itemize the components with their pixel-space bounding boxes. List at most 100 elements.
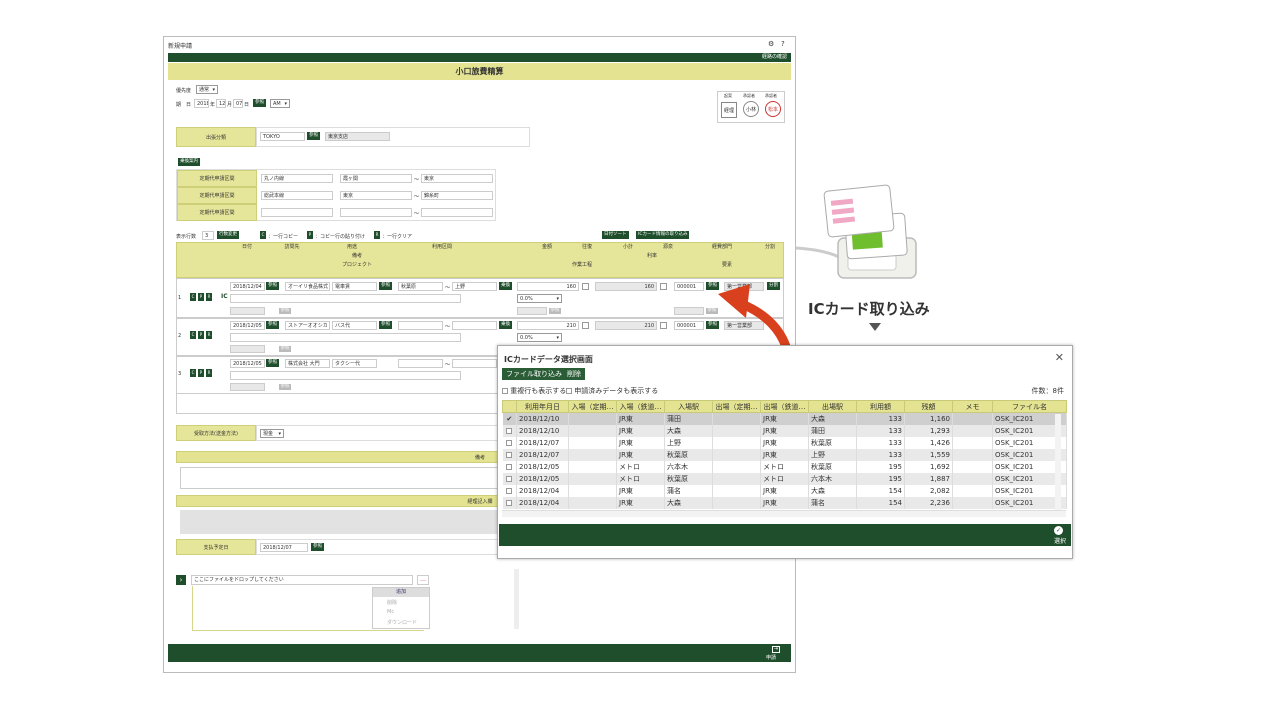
- ic-table-row[interactable]: 2018/12/05 メトロ 六本木 メトロ 秋葉原 195 1,692 OSK_IC201: [502, 460, 1067, 473]
- row-from-input[interactable]: 秋葉原: [398, 282, 443, 291]
- row-rate-select[interactable]: 0.0%: [517, 294, 562, 303]
- ic-col-header[interactable]: メモ: [952, 400, 993, 413]
- commute-to-input[interactable]: [421, 208, 493, 217]
- rowcount-input[interactable]: 3: [202, 231, 214, 240]
- ic-table-row[interactable]: 2018/12/07 JR東 上野 JR東 秋葉原 133 1,426 OSK_IC201: [502, 436, 1067, 449]
- row-amount-input[interactable]: 160: [517, 282, 579, 291]
- file-import-button[interactable]: ファイル取り込み: [502, 368, 566, 380]
- row-date-ref[interactable]: 参照: [266, 282, 279, 290]
- row-project-ref[interactable]: 参照: [279, 308, 291, 314]
- row-use-input[interactable]: タクシー代: [332, 359, 377, 368]
- row-checkbox[interactable]: [502, 460, 517, 473]
- commute-from-input[interactable]: 東京: [340, 191, 412, 200]
- row-memo-input[interactable]: [230, 371, 461, 380]
- row-withhold-checkbox[interactable]: [660, 283, 667, 290]
- row-date-input[interactable]: 2018/12/05: [230, 359, 265, 368]
- commute-line-input[interactable]: 総武本線: [261, 191, 333, 200]
- row-use-input[interactable]: 電車賃: [332, 282, 377, 291]
- ic-col-header[interactable]: ファイル名: [992, 400, 1067, 413]
- submit-icon[interactable]: ⇥: [772, 646, 780, 653]
- date-day-input[interactable]: 07: [233, 99, 243, 108]
- ic-col-header[interactable]: 出場（定期…: [712, 400, 761, 413]
- row-transit-button[interactable]: 乗換: [499, 321, 512, 329]
- row-date-input[interactable]: 2018/12/05: [230, 321, 265, 330]
- row-clear-button[interactable]: R: [206, 369, 212, 377]
- row-dest-input[interactable]: 株式会社 大門: [285, 359, 330, 368]
- ampm-select[interactable]: AM: [270, 99, 290, 108]
- table-hscrollbar[interactable]: [502, 510, 1066, 517]
- row-dest-input[interactable]: オーイリ食品株式: [285, 282, 330, 291]
- date-ref-button[interactable]: 参照: [253, 99, 266, 107]
- row-project-ref[interactable]: 参照: [279, 384, 291, 390]
- ic-col-header[interactable]: 入場駅: [664, 400, 713, 413]
- ic-table-row[interactable]: 2018/12/05 メトロ 秋葉原 メトロ 六本木 195 1,887 OSK_IC201: [502, 472, 1067, 485]
- route-check-link[interactable]: 経路の確認: [762, 54, 787, 60]
- row-roundtrip-checkbox[interactable]: [582, 322, 589, 329]
- ic-table-row[interactable]: 2018/12/07 JR東 秋葉原 JR東 上野 133 1,559 OSK_IC201: [502, 448, 1067, 461]
- duplicates-checkbox[interactable]: [502, 388, 508, 394]
- ic-table-row[interactable]: 2018/12/10 JR東 大森 JR東 蒲田 133 1,293 OSK_IC201: [502, 424, 1067, 437]
- paydate-input[interactable]: 2018/12/07: [260, 543, 308, 552]
- file-drop-input[interactable]: ここにファイルをドロップしてください: [191, 575, 413, 585]
- row-to-input[interactable]: [452, 321, 497, 330]
- ic-col-header[interactable]: 利用年月日: [516, 400, 569, 413]
- commute-to-input[interactable]: 東京: [421, 174, 493, 183]
- ic-col-header[interactable]: 残額: [904, 400, 953, 413]
- checkbox[interactable]: [506, 439, 513, 446]
- applied-checkbox[interactable]: [566, 388, 572, 394]
- gear-icon[interactable]: ⚙: [768, 40, 774, 48]
- row-checkbox[interactable]: [502, 448, 517, 461]
- checkbox[interactable]: [506, 463, 513, 470]
- row-roundtrip-checkbox[interactable]: [582, 283, 589, 290]
- row-checkbox[interactable]: [502, 496, 517, 509]
- row-project-ref[interactable]: 参照: [279, 346, 291, 352]
- row-amount-input[interactable]: 210: [517, 321, 579, 330]
- date-sort-button[interactable]: 日付ソート: [602, 231, 629, 239]
- ic-table-row[interactable]: 2018/12/04 JR東 蒲名 JR東 大森 154 2,082 OSK_IC201: [502, 484, 1067, 497]
- payment-select[interactable]: 現金: [260, 429, 284, 438]
- date-month-input[interactable]: 12: [216, 99, 226, 108]
- expand-icon[interactable]: ›: [176, 575, 186, 585]
- commute-line-input[interactable]: [261, 208, 333, 217]
- checkbox[interactable]: [506, 487, 513, 494]
- checkbox[interactable]: [506, 475, 513, 482]
- row-dept-input[interactable]: 000001: [674, 321, 704, 330]
- row-use-ref[interactable]: 参照: [379, 321, 392, 329]
- checkbox[interactable]: [506, 451, 513, 458]
- select-button-label[interactable]: 選択: [1054, 536, 1066, 545]
- checkbox[interactable]: [506, 427, 513, 434]
- ic-col-header[interactable]: 入場（鉄道…: [616, 400, 665, 413]
- ic-col-header[interactable]: [502, 400, 517, 413]
- row-withhold-checkbox[interactable]: [660, 322, 667, 329]
- submit-label[interactable]: 申請: [766, 654, 776, 661]
- menu-add[interactable]: 追加: [373, 588, 429, 597]
- commute-from-input[interactable]: 霞ヶ関: [340, 174, 412, 183]
- help-icon[interactable]: ?: [781, 40, 785, 48]
- row-date-ref[interactable]: 参照: [266, 321, 279, 329]
- table-scrollbar[interactable]: [1055, 414, 1061, 510]
- row-from-input[interactable]: [398, 321, 443, 330]
- commute-to-input[interactable]: 錦糸町: [421, 191, 493, 200]
- row-dest-input[interactable]: ストアーオオシカ: [285, 321, 330, 330]
- date-year-input[interactable]: 2018: [194, 99, 209, 108]
- row-clear-button[interactable]: R: [206, 331, 212, 339]
- row-dept-input[interactable]: 000001: [674, 282, 704, 291]
- file-scrollbar[interactable]: [514, 569, 519, 629]
- ic-col-header[interactable]: 出場（鉄道…: [760, 400, 809, 413]
- paydate-ref-button[interactable]: 参照: [311, 543, 324, 551]
- commute-search-button[interactable]: 乗換案内: [178, 158, 200, 166]
- row-memo-input[interactable]: [230, 333, 461, 342]
- row-checkbox[interactable]: [502, 424, 517, 437]
- row-memo-input[interactable]: [230, 294, 461, 303]
- delete-button[interactable]: 削除: [563, 368, 585, 380]
- row-copy-button[interactable]: C: [190, 369, 196, 377]
- ic-table-row[interactable]: 2018/12/04 JR東 大森 JR東 蒲名 154 2,236 OSK_IC201: [502, 496, 1067, 509]
- check-icon[interactable]: ✓: [1054, 526, 1063, 535]
- checkbox[interactable]: [506, 499, 513, 506]
- row-paste-button[interactable]: P: [198, 369, 204, 377]
- row-checkbox[interactable]: [502, 472, 517, 485]
- priority-select[interactable]: 通常: [196, 85, 218, 94]
- row-from-input[interactable]: [398, 359, 443, 368]
- ic-table-row[interactable]: ✔ 2018/12/10 JR東 蒲田 JR東 大森 133 1,160 OSK_IC201: [502, 412, 1067, 425]
- row-date-ref[interactable]: 参照: [266, 359, 279, 367]
